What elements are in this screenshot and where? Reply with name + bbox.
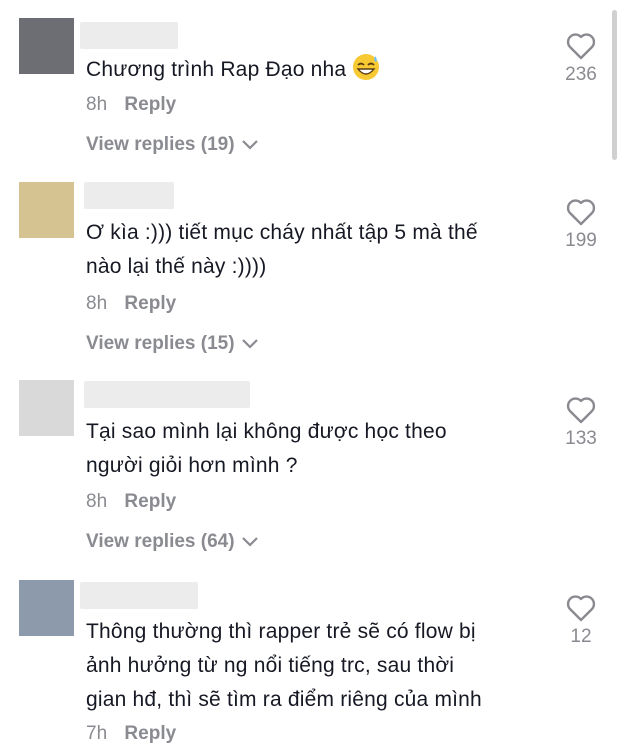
like-control: 133 [556,396,606,450]
username-redacted [84,381,250,408]
comment-time: 8h [86,94,108,115]
comment-time: 8h [86,491,108,512]
comment-meta: 8h Reply [86,491,176,513]
like-control: 236 [556,32,606,86]
comment-meta: 8h Reply [86,293,176,315]
view-replies-button[interactable]: View replies (15) [86,333,259,355]
like-count: 12 [570,626,592,647]
comment-text-line: Thông thường thì rapper trẻ sẽ có flow b… [86,620,476,643]
like-count: 199 [565,230,597,251]
comment-time: 7h [86,723,108,744]
like-count: 236 [565,64,597,85]
reply-button[interactable]: Reply [124,94,176,115]
view-replies-label: View replies (19) [86,134,235,155]
comment-text-line: Chương trình Rap Đạo nha [86,58,347,81]
comment-meta: 7h Reply [86,723,176,745]
comment-text-line: người giỏi hơn mình ? [86,454,298,477]
comment-text-line: nào lại thế này :)))) [86,255,267,278]
comment-text-line: ảnh hưởng từ ng nổi tiếng trc, sau thời [86,654,455,677]
view-replies-label: View replies (15) [86,333,235,354]
heart-outline-icon[interactable] [566,32,596,60]
reply-button[interactable]: Reply [124,491,176,512]
comment-text: Tại sao mình lại không được học theo ngư… [86,415,546,483]
like-control: 199 [556,198,606,252]
heart-outline-icon[interactable] [566,594,596,622]
comment-text: Thông thường thì rapper trẻ sẽ có flow b… [86,615,546,717]
comment-meta: 8h Reply [86,94,176,116]
comment-text-line: Ơ kìa :))) tiết mục cháy nhất tập 5 mà t… [86,221,478,244]
chevron-down-icon [241,339,258,349]
comment-text-line: gian hđ, thì sẽ tìm ra điểm riêng của mì… [86,688,482,711]
view-replies-label: View replies (64) [86,531,235,552]
like-control: 12 [556,594,606,648]
heart-outline-icon[interactable] [566,396,596,424]
reply-button[interactable]: Reply [124,723,176,744]
avatar[interactable] [19,182,74,238]
heart-outline-icon[interactable] [566,198,596,226]
chevron-down-icon [241,537,258,547]
avatar[interactable] [19,580,74,636]
reply-button[interactable]: Reply [124,293,176,314]
view-replies-button[interactable]: View replies (64) [86,531,259,553]
username-redacted [84,182,174,209]
comment-text: Ơ kìa :))) tiết mục cháy nhất tập 5 mà t… [86,216,546,284]
comment-time: 8h [86,293,108,314]
avatar[interactable] [19,18,74,74]
username-redacted [80,22,178,49]
like-count: 133 [565,428,597,449]
view-replies-button[interactable]: View replies (19) [86,134,259,156]
grinning-sweat-emoji [353,54,380,80]
username-redacted [80,582,198,609]
scrollbar[interactable] [612,10,617,160]
comment-text: Chương trình Rap Đạo nha [86,53,546,87]
avatar[interactable] [19,380,74,436]
comment-text-line: Tại sao mình lại không được học theo [86,420,447,443]
chevron-down-icon [241,140,258,150]
